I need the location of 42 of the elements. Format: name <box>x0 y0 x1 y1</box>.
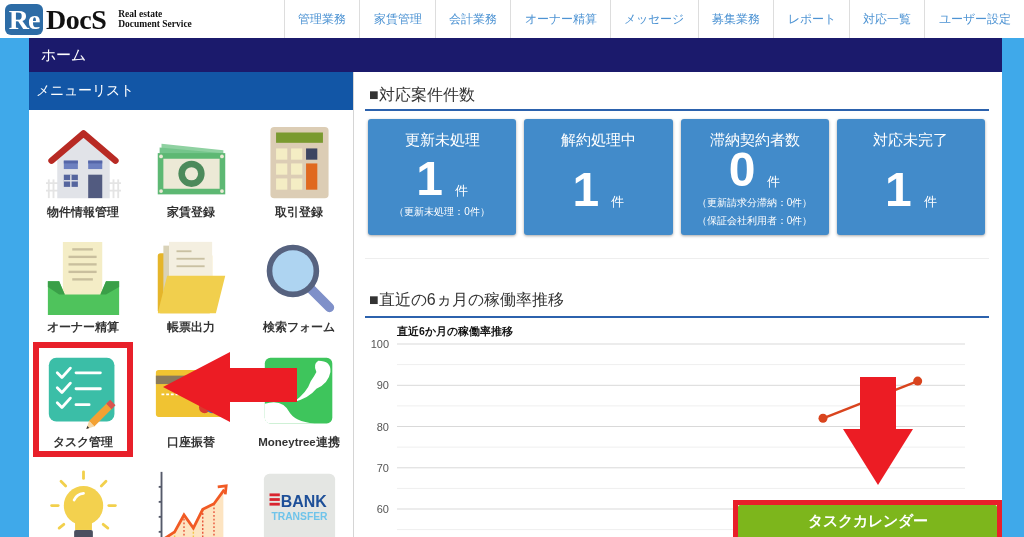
card-note: （保証会社利用者：0件） <box>696 214 813 228</box>
menu-item[interactable]: BANK TRANSFER <box>255 463 343 537</box>
icon-text: TRANSFER <box>270 510 328 522</box>
menu-item[interactable]: 取引登録 <box>255 118 343 221</box>
menu-item[interactable]: 帳票出力 <box>147 233 235 336</box>
count-value: 1 <box>416 158 443 199</box>
count-value: 1 <box>572 169 600 210</box>
count-value: 1 <box>885 169 912 210</box>
axis-label: 100 <box>370 338 389 350</box>
menu-item[interactable]: 家賃登録 <box>147 118 235 221</box>
chart-title: 直近6か月の稼働率推移 <box>397 325 513 337</box>
axis-label: 60 <box>376 503 389 515</box>
card-note: （更新請求分滞納：0件） <box>696 196 813 210</box>
count-unit: 件 <box>454 182 468 199</box>
count-value: 0 <box>728 150 756 190</box>
menu-item[interactable]: オーナー精算 <box>39 233 127 336</box>
logo-mark: Re <box>5 3 43 35</box>
page-title: ホーム <box>29 38 1002 72</box>
section-heading: ■対応案件件数 <box>365 72 989 111</box>
icon-text: BANK <box>280 492 327 510</box>
axis-label: 70 <box>376 461 389 474</box>
menu-item[interactable]: 検索フォーム <box>255 233 343 336</box>
axis-label: 80 <box>376 420 389 433</box>
axis-label: 90 <box>376 379 389 392</box>
down-arrow-icon <box>843 377 913 485</box>
card-title: 更新未処理 <box>404 130 480 150</box>
card-title: 解約処理中 <box>560 130 636 150</box>
left-arrow-icon <box>163 352 297 422</box>
panel-header: メニューリスト <box>29 72 353 110</box>
card-note: （更新未処理：0件） <box>394 204 490 219</box>
logo-tagline: Real estate <box>118 9 164 19</box>
logo-name: DocS <box>46 3 107 35</box>
count-unit: 件 <box>767 174 781 190</box>
count-unit: 件 <box>611 193 625 210</box>
card-title: 滞納契約者数 <box>709 130 800 150</box>
card-title: 対応未完了 <box>873 130 949 150</box>
tray-icon <box>45 240 121 315</box>
logo-tagline: Document Service <box>118 19 192 29</box>
menu-item[interactable]: 物件情報管理 <box>39 118 127 221</box>
menu-item[interactable]: タスク管理 <box>39 348 127 451</box>
count-unit: 件 <box>923 193 937 210</box>
section-heading: ■直近の6ヵ月の稼働率推移 <box>365 277 989 318</box>
